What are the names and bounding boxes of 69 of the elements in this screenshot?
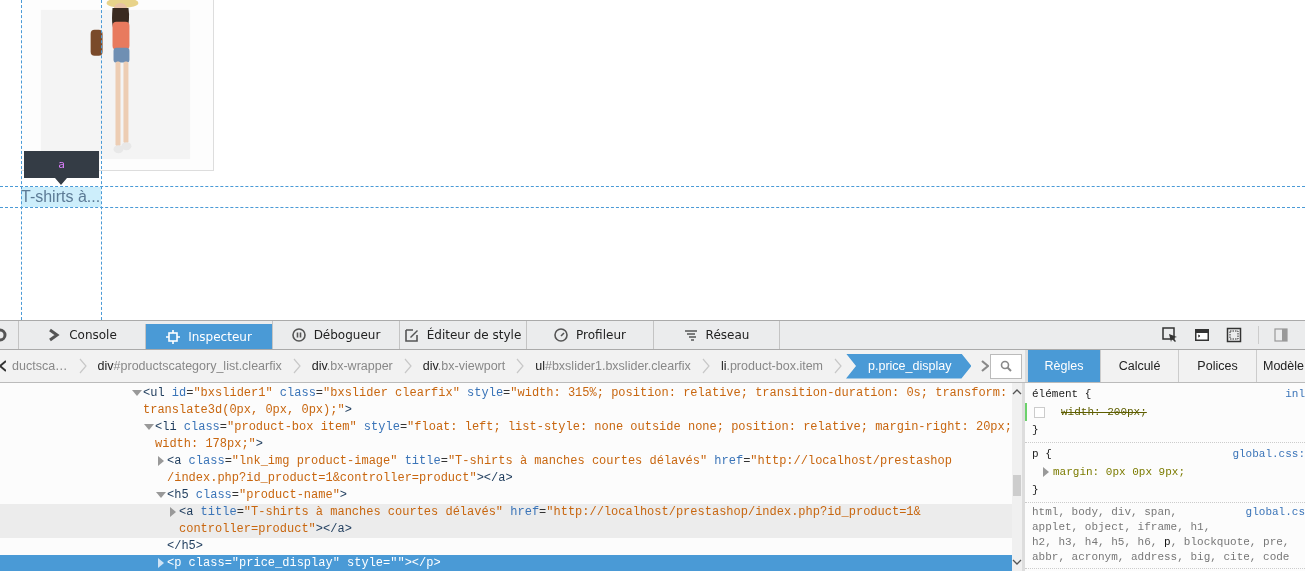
- rule-selector: applet, object, iframe, h1,: [1032, 521, 1211, 533]
- chevron-icon: [47, 328, 62, 342]
- gauge-icon: [554, 328, 569, 342]
- frame-icon: [166, 329, 181, 344]
- chevron-right-icon: [701, 358, 710, 374]
- toolbar-tab[interactable]: Éditeur de style: [399, 321, 526, 349]
- edit-icon: [404, 328, 419, 342]
- breadcrumb[interactable]: li.product-box.item: [713, 353, 830, 379]
- markup-line: width: 178px;">: [155, 436, 265, 453]
- scroll-down-icon[interactable]: [1012, 559, 1022, 565]
- console-icon[interactable]: [1194, 327, 1210, 343]
- markup-line: <h5 class="product-name">: [167, 487, 348, 504]
- markup-line: <li class="product-box item" style="float: left; list-style: none outside none; position: relative; margin-right: 20px;: [155, 419, 1012, 436]
- chevron-right-icon: [834, 358, 842, 374]
- rule-brace: }: [1032, 483, 1040, 498]
- expanded-arrow-icon[interactable]: [156, 492, 166, 498]
- search-icon: [1000, 360, 1012, 372]
- toolbar-tab[interactable]: Profileur: [526, 321, 653, 349]
- rule-source-link[interactable]: inl: [1285, 385, 1305, 403]
- rule-selector: abbr, acronym, address, big, cite, code: [1032, 551, 1290, 563]
- collapsed-arrow-icon[interactable]: [158, 456, 164, 466]
- markup-line: </h5>: [167, 538, 203, 555]
- markup-line: /index.php?id_product=1&controller=product"></a>: [167, 470, 514, 487]
- css-declaration: margin: 0px 0px 9px;: [1053, 465, 1186, 480]
- rule-selector: élément {: [1032, 387, 1092, 402]
- css-declaration: width: 200px;: [1061, 405, 1147, 420]
- scroll-thumb[interactable]: [1013, 475, 1021, 496]
- markup-line: translate3d(0px, 0px, 0px);">: [143, 402, 353, 419]
- search-button[interactable]: [990, 353, 1022, 379]
- rule-source-link[interactable]: global.css:: [1232, 445, 1305, 463]
- chevron-right-icon[interactable]: [981, 360, 990, 372]
- collapsed-arrow-icon[interactable]: [170, 507, 176, 517]
- toolbar-tab[interactable]: Réseau: [653, 321, 780, 349]
- checkbox[interactable]: [1034, 406, 1045, 418]
- chevron-right-icon: [403, 358, 412, 374]
- breadcrumb[interactable]: div.bx-viewport: [415, 353, 513, 379]
- markup-line: controller=product"></a>: [179, 521, 353, 538]
- markup-line: <ul id="bxslider1" class="bxslider clearfix" style="width: 315%; position: relative; transition-duration: 0s; transform:: [143, 385, 1008, 402]
- sidebar-tab[interactable]: Polices: [1179, 350, 1257, 382]
- bars-icon: [683, 328, 698, 342]
- product-name[interactable]: T-shirts à...: [21, 187, 101, 207]
- rule-source-link[interactable]: global.cs: [1245, 505, 1305, 520]
- breadcrumb[interactable]: div.bx-wrapper: [304, 353, 400, 379]
- breadcrumb[interactable]: div#productscategory_list.clearfix: [90, 353, 289, 379]
- rule-selector: h2, h3, h4, h5, h6, p, blockquote, pre,: [1032, 536, 1290, 548]
- rule-selector: p {: [1032, 447, 1052, 462]
- expand-arrow-icon[interactable]: [1043, 467, 1049, 477]
- expanded-arrow-icon[interactable]: [144, 424, 154, 430]
- rule-selector: html, body, div, span,: [1032, 505, 1178, 520]
- toolbar-tab[interactable]: Débogueur: [272, 321, 399, 349]
- frame-icon[interactable]: [1226, 327, 1242, 343]
- pick-element-icon[interactable]: [1162, 327, 1178, 343]
- sidebar-tab[interactable]: Modèle: [1257, 350, 1305, 382]
- chevron-right-icon: [516, 358, 525, 374]
- markup-line: <a title="T-shirts à manches courtes délavés" href="http://localhost/prestashop/index.php?id_product=1&: [179, 504, 921, 521]
- chevron-right-icon: [78, 358, 87, 374]
- element-tooltip: a: [24, 151, 99, 185]
- chevron-left-icon[interactable]: [0, 360, 6, 372]
- markup-line: <p class="price_display" style=""></p>: [167, 555, 441, 571]
- markup-line: <a class="lnk_img product-image" title="T-shirts à manches courtes délavés" href="http://localhost/prestashop: [167, 453, 952, 470]
- side-panel-icon[interactable]: [1273, 327, 1289, 343]
- pause-icon: [291, 328, 306, 342]
- rule-brace: }: [1032, 423, 1040, 438]
- sidebar-tab[interactable]: Calculé: [1101, 350, 1179, 382]
- chevron-right-icon: [292, 358, 301, 374]
- scrollbar[interactable]: [1012, 383, 1022, 571]
- expanded-arrow-icon[interactable]: [132, 390, 142, 396]
- breadcrumb[interactable]: ul#bxslider1.bxslider.clearfix: [528, 353, 698, 379]
- scroll-up-icon[interactable]: [1012, 389, 1022, 395]
